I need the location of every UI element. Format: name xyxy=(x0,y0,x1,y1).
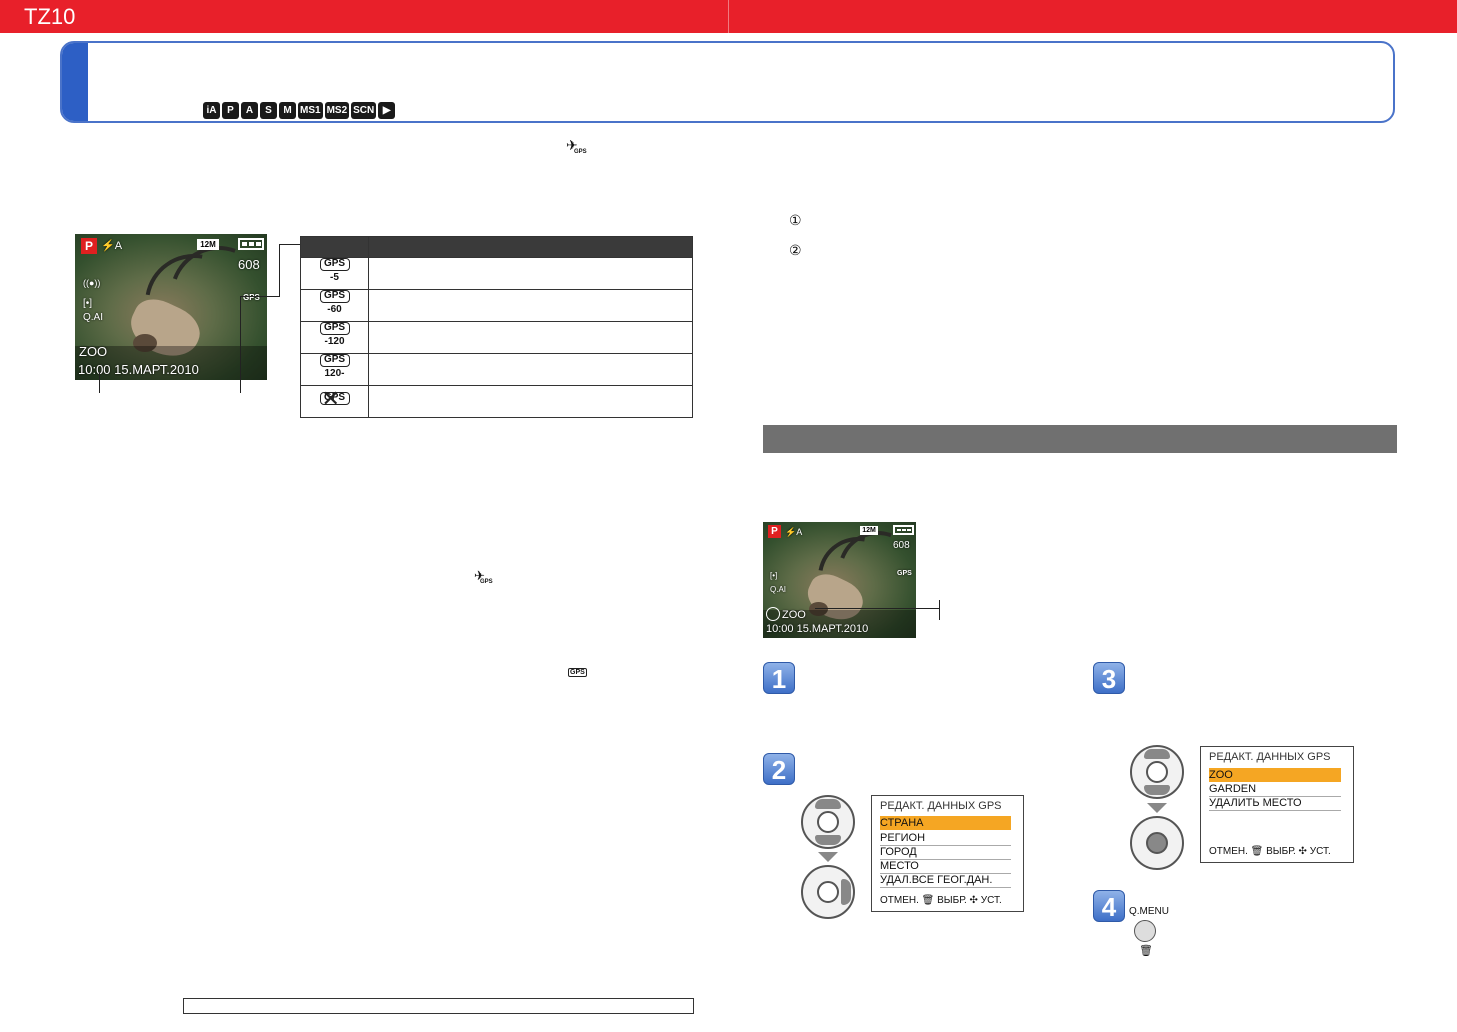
camera-screen-main: P ⚡A 12M 608 ((●)) [•] Q.AI GPS ZOO 10:0… xyxy=(75,234,267,380)
menu-item-garden[interactable]: GARDEN xyxy=(1209,782,1341,797)
step-4-badge: 4 xyxy=(1093,890,1125,922)
menu-item-city[interactable]: ГОРОД xyxy=(880,845,1011,860)
table-header-row xyxy=(300,236,693,258)
dpad-right-icon xyxy=(801,865,855,919)
top-bar-divider xyxy=(728,0,729,33)
table-row: GPS -5 xyxy=(300,257,693,290)
gps-over-120min-icon: GPS 120- xyxy=(318,354,352,380)
menu-item-country[interactable]: СТРАНА xyxy=(880,816,1011,830)
callout-line-gps-v xyxy=(279,244,280,297)
menu-item-zoo[interactable]: ZOO xyxy=(1209,768,1341,782)
metering-icon-small: [•] xyxy=(770,571,778,580)
menu-item-place[interactable]: МЕСТО xyxy=(880,859,1011,874)
iso-indicator-small: Q.AI xyxy=(770,585,787,594)
callout-line-small xyxy=(815,608,939,609)
top-bar xyxy=(0,0,1457,33)
place-name: ZOO xyxy=(79,344,108,359)
metering-icon: [•] xyxy=(83,298,93,309)
plane-gps-icon: ✈ GPS xyxy=(566,137,587,155)
iso-indicator: Q.AI xyxy=(83,312,104,323)
callout-line-gps xyxy=(240,296,241,393)
mode-icons: iA P A S M MS1 MS2 SCN ▶ xyxy=(203,102,396,119)
gps-place-menu: РЕДАКТ. ДАННЫХ GPS ZOO GARDEN УДАЛИТЬ МЕ… xyxy=(1200,746,1354,863)
step-2-badge: 2 xyxy=(763,753,795,785)
gps-edit-menu: РЕДАКТ. ДАННЫХ GPS СТРАНА РЕГИОН ГОРОД М… xyxy=(871,795,1024,912)
menu-item-region[interactable]: РЕГИОН xyxy=(880,831,1011,846)
ois-icon: ((●)) xyxy=(83,278,101,288)
trash-icon: 🗑 xyxy=(1139,945,1153,957)
battery-icon-small xyxy=(893,525,914,535)
gps-small-icon-inline: GPS xyxy=(568,668,587,677)
flash-indicator: ⚡A xyxy=(101,240,123,252)
callout-line-gps-table xyxy=(279,244,301,245)
mode-scn-icon: SCN xyxy=(351,102,377,119)
arrow-down-icon xyxy=(818,852,838,862)
mode-ms2-icon: MS2 xyxy=(324,102,350,119)
table-row: GPS -120 xyxy=(300,321,693,354)
table-row: GPS 120- xyxy=(300,353,693,386)
title-tab xyxy=(62,43,88,121)
menu-footer: ОТМЕН. 🗑 ВЫБР. ✣ УСТ. xyxy=(880,895,1002,906)
table-row: GPS ✕ xyxy=(300,385,693,418)
gps-60min-icon: GPS -60 xyxy=(318,290,352,316)
gps-120min-icon: GPS -120 xyxy=(318,322,352,348)
table-row: GPS -60 xyxy=(300,289,693,322)
list-marker-1: ① xyxy=(789,212,802,228)
gps-5min-icon: GPS -5 xyxy=(318,258,352,284)
menu-footer-2: ОТМЕН. 🗑 ВЫБР. ✣ УСТ. xyxy=(1209,846,1331,857)
callout-line-gps-h xyxy=(240,296,279,297)
plane-gps-icon-inline: ✈ GPS xyxy=(474,568,493,585)
place-info-icon xyxy=(766,607,780,621)
place-name-small: ZOO xyxy=(782,609,806,621)
menu-title-2: РЕДАКТ. ДАННЫХ GPS xyxy=(1209,751,1331,763)
mode-ia-icon: iA xyxy=(203,102,220,119)
shot-count: 608 xyxy=(238,257,260,272)
dpad-up-down-icon xyxy=(801,795,855,849)
camera-screen-small: P ⚡A 12M 608 [•] Q.AI GPS ZOO 10:00 15.М… xyxy=(763,522,916,638)
section-header-bar xyxy=(763,425,1397,453)
callout-line-small-v xyxy=(939,600,940,620)
gps-off-icon: GPS ✕ xyxy=(318,386,352,412)
menu-item-delete-all[interactable]: УДАЛ.ВСЕ ГЕОГ.ДАН. xyxy=(880,873,1011,888)
gps-status-table: GPS -5 GPS -60 GPS -120 GPS 120- GPS ✕ xyxy=(300,236,693,418)
mode-p-icon: P xyxy=(222,102,239,119)
shot-count-small: 608 xyxy=(893,540,910,551)
menu-item-delete-place[interactable]: УДАЛИТЬ МЕСТО xyxy=(1209,796,1341,811)
mode-m-icon: M xyxy=(279,102,296,119)
step-3-badge: 3 xyxy=(1093,662,1125,694)
size-indicator-small: 12M xyxy=(860,526,878,535)
list-marker-2: ② xyxy=(789,242,802,258)
arrow-down-icon-2 xyxy=(1147,803,1167,813)
date-time: 10:00 15.МАРТ.2010 xyxy=(78,362,199,377)
gps-status-badge-small: GPS xyxy=(897,570,912,577)
step-1-badge: 1 xyxy=(763,662,795,694)
mode-indicator: P xyxy=(81,238,97,254)
mode-movie-icon: ▶ xyxy=(378,102,396,119)
model-name: TZ10 xyxy=(24,4,76,29)
date-time-small: 10:00 15.МАРТ.2010 xyxy=(766,623,869,635)
mode-indicator-small: P xyxy=(768,525,781,538)
mode-ms1-icon: MS1 xyxy=(298,102,323,119)
menu-title: РЕДАКТ. ДАННЫХ GPS xyxy=(880,800,1002,812)
size-indicator: 12M xyxy=(197,239,219,250)
dpad-up-down-icon-2 xyxy=(1130,745,1184,799)
mode-a-icon: A xyxy=(241,102,258,119)
note-box xyxy=(183,998,694,1014)
flash-indicator-small: ⚡A xyxy=(785,527,803,537)
dpad-center-icon xyxy=(1130,816,1184,870)
qmenu-button[interactable] xyxy=(1134,920,1156,942)
gps-status-badge: GPS xyxy=(243,293,260,302)
battery-icon xyxy=(238,238,264,250)
mode-s-icon: S xyxy=(260,102,277,119)
qmenu-label: Q.MENU xyxy=(1129,906,1169,917)
callout-line-place xyxy=(99,372,100,393)
